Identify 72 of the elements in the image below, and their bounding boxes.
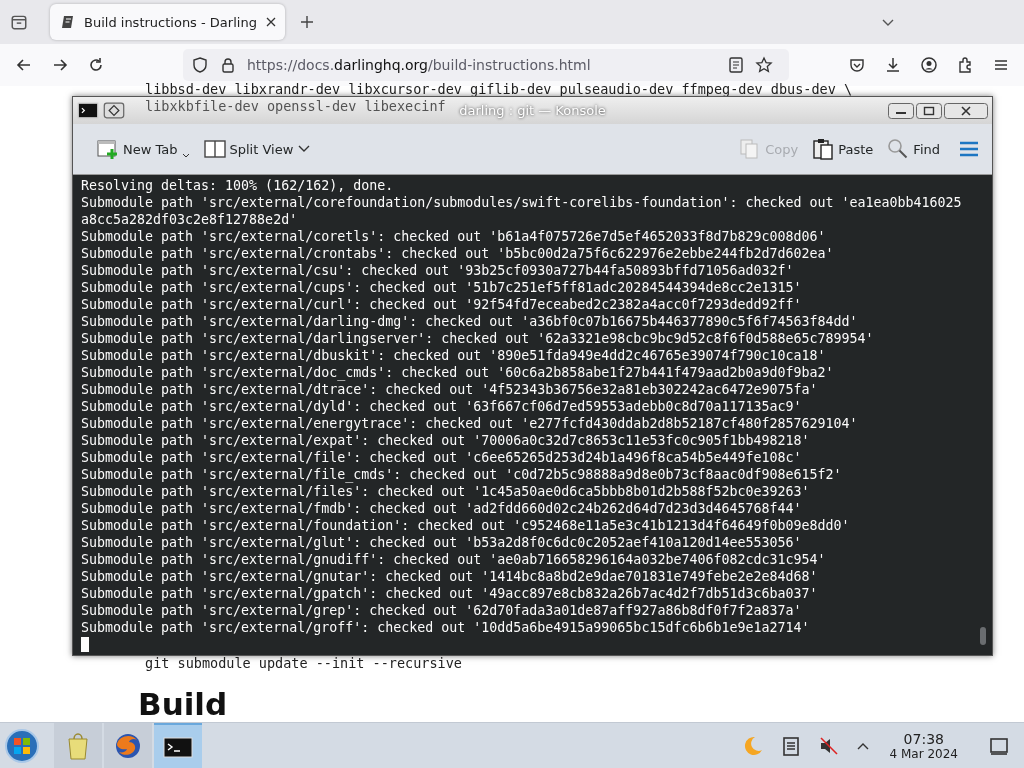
reader-view-icon[interactable]: [727, 56, 745, 74]
terminal-line: Submodule path 'src/external/corefoundation/submodules/swift-corelibs-foundation': checked out 'ea1ea0bb416025: [81, 194, 963, 211]
terminal-line: Submodule path 'src/external/crontabs': checked out 'b5bc00d2a75f6c622976e2ebbe244fb2d7d602ea': [81, 245, 835, 262]
terminal-line: Submodule path 'src/external/coretls': checked out 'b61a4f075726e7d5ef4652033f8d7b829c008d06': [81, 228, 827, 245]
new-tab-icon[interactable]: [298, 14, 315, 30]
section-heading: Build: [138, 686, 229, 722]
browser-tab[interactable]: Build instructions - Darling: [50, 4, 285, 40]
paste-icon: [812, 138, 835, 160]
browser-task-button[interactable]: [104, 723, 152, 768]
terminal-line: Submodule path 'src/external/darlingserver': checked out '62a3321e98cbc9bc9d52c8f6f0d588e65c789954': [81, 330, 875, 347]
clock-date[interactable]: 4 Mar 2024: [889, 747, 958, 761]
terminal-task-button[interactable]: [154, 723, 202, 768]
terminal-app-icon[interactable]: [77, 102, 99, 119]
clock-time[interactable]: 07:38: [903, 731, 944, 747]
text-cursor: [81, 637, 89, 652]
star-icon[interactable]: [755, 56, 773, 74]
extensions-icon[interactable]: [956, 56, 974, 74]
split-view-icon: [203, 138, 226, 160]
code-line: libbsd-dev libxrandr-dev libxcursor-dev giflib-dev pulseaudio-dev ffmpeg-dev dbus-dev \: [145, 81, 853, 98]
new-tab-icon: [97, 138, 119, 160]
terminal-line: Submodule path 'src/external/dtrace': checked out '4f52343b36756e32a81eb302242ac6472e9075fa': [81, 381, 819, 398]
terminal-line: Submodule path 'src/external/gnudiff': checked out 'ae0ab716658296164a032be7406f082cdc31c954': [81, 551, 827, 568]
terminal-line: Submodule path 'src/external/gpatch': checked out '49acc897e8cb832a26b7ac4d2f7db51d3c6ba037': [81, 585, 819, 602]
pin-icon[interactable]: [103, 102, 125, 119]
pocket-icon[interactable]: [848, 56, 866, 74]
paste-button[interactable]: Paste: [806, 134, 880, 164]
terminal-line: Submodule path 'src/external/darling-dmg': checked out 'a36bf0c07b16675b446377890c5f6f74563f84dd': [81, 313, 859, 330]
terminal-line: Submodule path 'src/external/grep': checked out '62d70fada3a01de87aff927a86b8df0f7f2a837a': [81, 602, 803, 619]
tab-title: Build instructions - Darling: [84, 14, 257, 30]
terminal-line: Submodule path 'src/external/cups': checked out '51b7c251ef5ff81adc20284544394de8cc2e1315': [81, 279, 803, 296]
show-desktop-icon[interactable]: [988, 735, 1010, 757]
find-button[interactable]: Find: [881, 134, 946, 164]
caret-icon: [181, 152, 190, 160]
close-icon[interactable]: [944, 102, 988, 119]
scrollbar-thumb[interactable]: [980, 627, 986, 645]
terminal-line: Submodule path 'src/external/groff': checked out '10dd5a6be4915a99065bc15dfc6b6b1e9e1a2714': [81, 619, 811, 636]
terminal-line: Submodule path 'src/external/file_cmds': checked out 'c0d72b5c98888a9d8e0b73cf8aac0df908e615f2': [81, 466, 843, 483]
code-line: libxkbfile-dev openssl-dev libexecinf: [145, 98, 446, 115]
search-icon: [887, 138, 910, 160]
terminal-line: Submodule path 'src/external/expat': checked out '70006a0c32d7c8653c11e53fc0c905f1bb498218': [81, 432, 811, 449]
terminal-line: Submodule path 'src/external/fmdb': checked out 'ad2fdd660d02c24b262d64d7d23d3d4645768f44': [81, 500, 803, 517]
new-tab-button[interactable]: New Tab: [91, 134, 196, 164]
account-icon[interactable]: [920, 56, 938, 74]
download-icon[interactable]: [884, 56, 902, 74]
terminal-line: Submodule path 'src/external/dyld': checked out '63f667cf06d7ed59553adebb0c8d70a117135ac9': [81, 398, 803, 415]
url-text: https://docs.darlinghq.org/build-instructions.html: [247, 57, 591, 73]
terminal-line: Submodule path 'src/external/doc_cmds': checked out '60c6a2b858abe1f27b441f479aad2b0a9d0f9ba2': [81, 364, 835, 381]
terminal-line: Submodule path 'src/external/curl': checked out '92f54fd7eceabed2c2382a4acc0f7293dedd92ff': [81, 296, 803, 313]
shield-icon[interactable]: [191, 56, 209, 74]
maximize-icon[interactable]: [916, 102, 942, 119]
close-icon[interactable]: [264, 16, 277, 28]
tab-list-icon[interactable]: [10, 13, 28, 31]
terminal-line: Submodule path 'src/external/file': checked out 'c6ee65265d253d24b1a496f8ca54b5e449fe108c': [81, 449, 803, 466]
terminal-line: Submodule path 'src/external/csu': checked out '93b25cf0930a727b44fa50893bffd71056ad032f': [81, 262, 795, 279]
terminal-line: Submodule path 'src/external/files': checked out '1c45a50ae0d6ca5bbb8b01d2b588f52bc0e39263': [81, 483, 811, 500]
muted-speaker-icon[interactable]: [817, 735, 840, 757]
split-button[interactable]: Split View: [197, 134, 318, 164]
terminal-line: Submodule path 'src/external/gnutar': checked out '1414bc8a8bd2e9dae701831e749febe2e2e84d68': [81, 568, 819, 585]
lock-icon[interactable]: [219, 56, 237, 74]
address-bar[interactable]: https://docs.darlinghq.org/build-instructions.html: [183, 49, 789, 81]
terminal-line: Submodule path 'src/external/energytrace': checked out 'e277fcfd430ddab2d8b52187cf480f2857629104': [81, 415, 859, 432]
terminal-line: Submodule path 'src/external/dbuskit': checked out '890e51fda949e4dd2c46765e39074f790c10ca18': [81, 347, 827, 364]
terminal-line: a8cc5a282df03c2e8f12788e2d': [81, 211, 299, 228]
terminal-line: Submodule path 'src/external/foundation': checked out 'c952468e11a5e3c41b1213d4f64649f0b09e8dd0': [81, 517, 851, 534]
reload-icon[interactable]: [87, 56, 105, 74]
terminal-line: Resolving deltas: 100% (162/162), done.: [81, 177, 395, 194]
minimize-icon[interactable]: [888, 102, 914, 119]
fox-globe-icon: [113, 731, 143, 761]
code-line: git submodule update --init --recursive: [145, 655, 462, 672]
terminal-line: Submodule path 'src/external/glut': checked out 'b53a2d8f0c6dc0c2052aef410a120d14ee553056': [81, 534, 803, 551]
start-orb-icon[interactable]: [4, 728, 40, 764]
book-icon: [60, 14, 76, 30]
